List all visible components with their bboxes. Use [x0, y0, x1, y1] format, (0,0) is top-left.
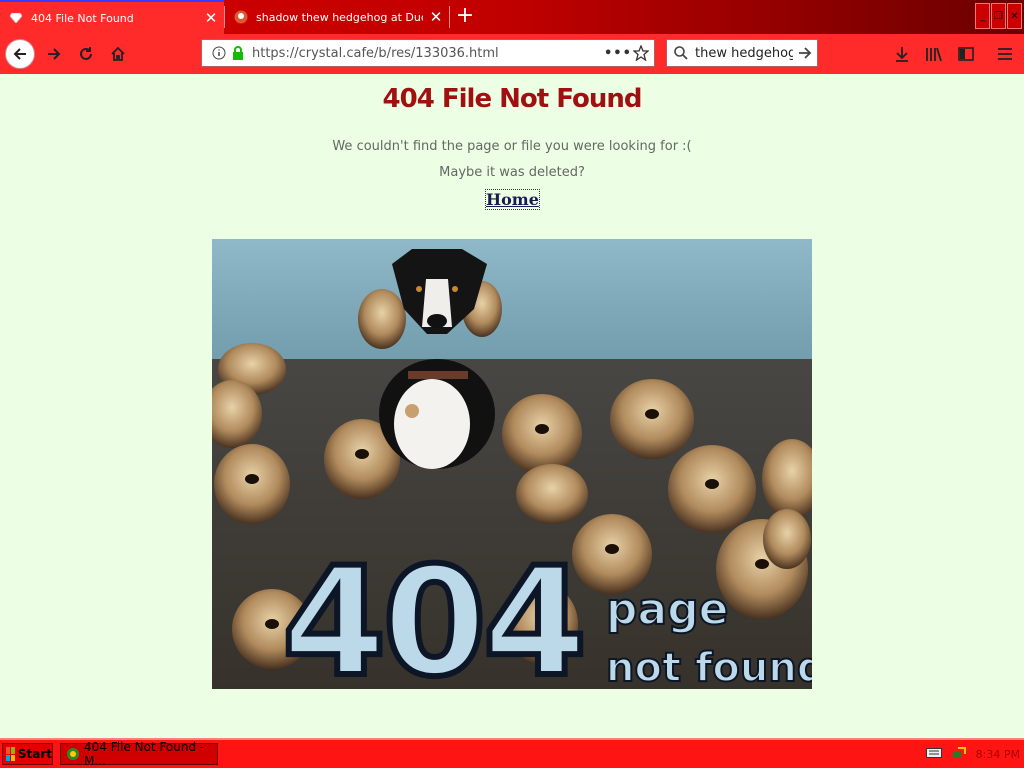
home-link[interactable]: Home	[485, 189, 540, 210]
text-404: 404	[282, 536, 583, 689]
forward-arrow-icon	[48, 48, 61, 60]
text-page: page	[606, 584, 729, 635]
diamond-icon	[9, 11, 23, 25]
new-tab-button[interactable]: +	[452, 4, 478, 30]
otters-photo: 404 page not found	[212, 239, 812, 689]
search-bar[interactable]: thew hedgehog	[666, 39, 818, 67]
forward-button[interactable]	[40, 40, 68, 68]
close-window-button[interactable]: ✕	[1007, 3, 1022, 29]
library-icon	[926, 47, 942, 62]
tab-title: shadow thew hedgehog at DuckDuckGo	[256, 10, 423, 24]
sidebar-icon	[958, 47, 974, 61]
taskbar-item-label: 404 File Not Found - M...	[84, 740, 205, 768]
error-message: We couldn't find the page or file you we…	[332, 139, 692, 154]
system-tray: 8:34 PM	[925, 744, 1020, 764]
taskbar: Start 404 File Not Found - M... 8:34 PM	[0, 738, 1024, 768]
hamburger-menu-icon	[998, 48, 1012, 60]
url-text[interactable]: https://crystal.cafe/b/res/133036.html	[252, 46, 604, 61]
downloads-button[interactable]	[888, 40, 916, 68]
search-go-icon[interactable]	[793, 45, 817, 61]
start-label: Start	[17, 747, 52, 761]
tab-duckduckgo[interactable]: shadow thew hedgehog at DuckDuckGo ✕	[225, 0, 449, 34]
network-icon[interactable]	[952, 746, 966, 763]
taskbar-item-browser[interactable]: 404 File Not Found - M...	[60, 740, 218, 768]
restore-button[interactable]: ❐	[991, 3, 1006, 29]
reload-icon	[80, 47, 92, 60]
lock-icon[interactable]	[230, 46, 246, 60]
search-input[interactable]: thew hedgehog	[695, 46, 793, 61]
duckduckgo-icon	[234, 10, 248, 24]
clock: 8:34 PM	[975, 747, 1020, 761]
tab-404[interactable]: 404 File Not Found ✕	[0, 0, 224, 34]
reload-button[interactable]	[72, 40, 100, 68]
otters-404-image: 404 page not found	[212, 239, 812, 689]
windows-flag-icon	[6, 747, 15, 761]
address-bar[interactable]: https://crystal.cafe/b/res/133036.html •…	[201, 39, 655, 67]
back-arrow-icon	[13, 48, 26, 60]
download-icon	[896, 47, 908, 62]
error-submessage: Maybe it was deleted?	[439, 165, 585, 180]
nav-toolbar: https://crystal.cafe/b/res/133036.html •…	[0, 34, 1024, 74]
page-title: 404 File Not Found	[382, 84, 643, 114]
sidebar-button[interactable]	[952, 40, 980, 68]
close-tab-icon[interactable]: ✕	[198, 9, 224, 27]
back-button[interactable]	[5, 39, 35, 69]
keyboard-icon[interactable]	[925, 747, 942, 761]
window-controls: _ ❐ ✕	[975, 3, 1022, 29]
menu-button[interactable]	[991, 40, 1019, 68]
home-button[interactable]	[104, 40, 132, 68]
close-tab-icon[interactable]: ✕	[423, 8, 449, 26]
page-content: 404 File Not Found We couldn't find the …	[0, 74, 1024, 738]
info-icon[interactable]	[208, 46, 230, 60]
tab-strip: 404 File Not Found ✕ shadow thew hedgeho…	[0, 0, 1024, 34]
browser-app-icon	[66, 747, 80, 761]
search-icon	[667, 45, 695, 61]
tab-title: 404 File Not Found	[31, 11, 134, 25]
bookmark-star-icon[interactable]	[628, 45, 654, 61]
start-button[interactable]: Start	[2, 743, 53, 765]
minimize-button[interactable]: _	[975, 3, 990, 29]
home-icon	[111, 46, 125, 61]
text-not-found: not found	[606, 645, 812, 689]
page-actions-icon[interactable]: •••	[604, 46, 631, 61]
tab-divider	[449, 6, 450, 28]
library-button[interactable]	[920, 40, 948, 68]
